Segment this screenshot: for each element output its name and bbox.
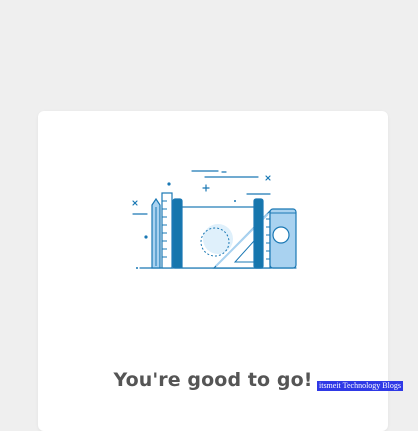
watermark-label: itsmeit Technology Blogs [317,381,403,391]
stationery-illustration-icon [132,170,297,269]
